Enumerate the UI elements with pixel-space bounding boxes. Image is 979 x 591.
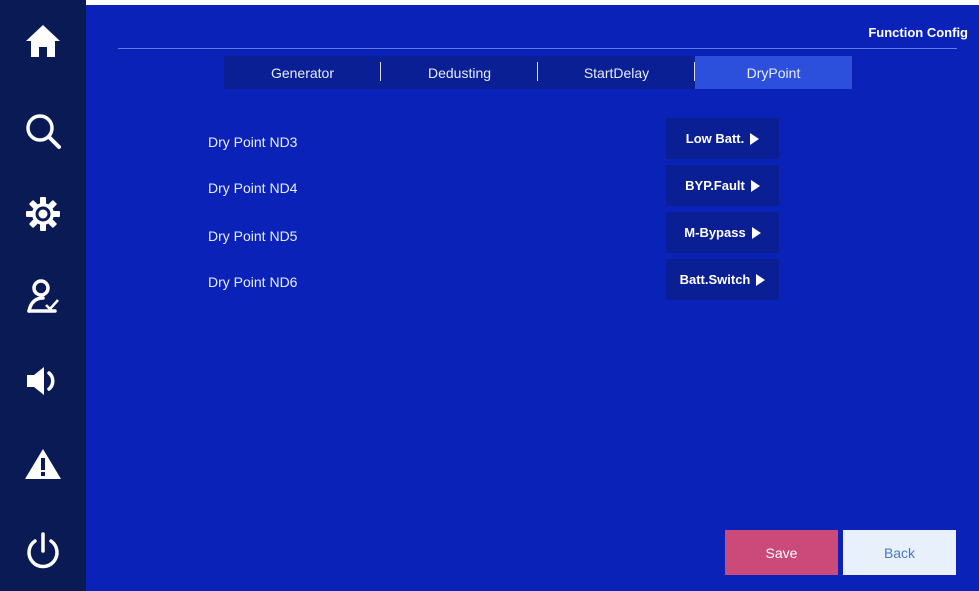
tab-generator[interactable]: Generator: [224, 56, 381, 89]
user-check-icon: [25, 277, 61, 315]
arrow-right-icon: [750, 132, 760, 145]
gear-icon: [25, 196, 61, 232]
tab-bar: Generator Dedusting StartDelay DryPoint: [224, 56, 852, 89]
dry-point-nd3-select[interactable]: Low Batt.: [666, 118, 779, 159]
dry-point-nd6-select[interactable]: Batt.Switch: [666, 259, 779, 300]
speaker-icon: [24, 364, 62, 398]
dry-point-nd6-value: Batt.Switch: [679, 272, 751, 287]
dry-point-nd4-select[interactable]: BYP.Fault: [666, 165, 779, 206]
title-divider: [118, 48, 957, 49]
tab-drypoint[interactable]: DryPoint: [695, 56, 852, 89]
tab-startdelay[interactable]: StartDelay: [538, 56, 695, 89]
arrow-right-icon: [751, 226, 761, 239]
dry-point-nd5-label: Dry Point ND5: [208, 228, 298, 244]
sidebar-item-search[interactable]: [0, 101, 86, 161]
sidebar-item-settings[interactable]: [0, 184, 86, 244]
home-icon: [24, 23, 62, 59]
sidebar-item-alarm[interactable]: [0, 434, 86, 494]
sidebar-item-power[interactable]: [0, 521, 86, 581]
back-button[interactable]: Back: [843, 530, 956, 575]
main-panel: Function Config Generator Dedusting Star…: [86, 5, 979, 591]
sidebar-item-sound[interactable]: [0, 351, 86, 411]
dry-point-nd3-label: Dry Point ND3: [208, 134, 298, 150]
dry-point-nd3-value: Low Batt.: [685, 131, 745, 146]
search-icon: [24, 112, 62, 150]
dry-point-nd5-select[interactable]: M-Bypass: [666, 212, 779, 253]
arrow-right-icon: [750, 179, 760, 192]
tab-dedusting[interactable]: Dedusting: [381, 56, 538, 89]
sidebar-item-user[interactable]: [0, 266, 86, 326]
dry-point-nd5-value: M-Bypass: [684, 225, 746, 240]
power-icon: [23, 531, 63, 571]
save-button[interactable]: Save: [725, 530, 838, 575]
dry-point-nd4-label: Dry Point ND4: [208, 180, 298, 196]
page-title: Function Config: [868, 25, 968, 40]
dry-point-nd6-label: Dry Point ND6: [208, 274, 298, 290]
warning-icon: [24, 447, 62, 481]
dry-point-nd4-value: BYP.Fault: [685, 178, 745, 193]
arrow-right-icon: [756, 273, 766, 286]
sidebar-item-home[interactable]: [0, 11, 86, 71]
sidebar: [0, 0, 86, 591]
